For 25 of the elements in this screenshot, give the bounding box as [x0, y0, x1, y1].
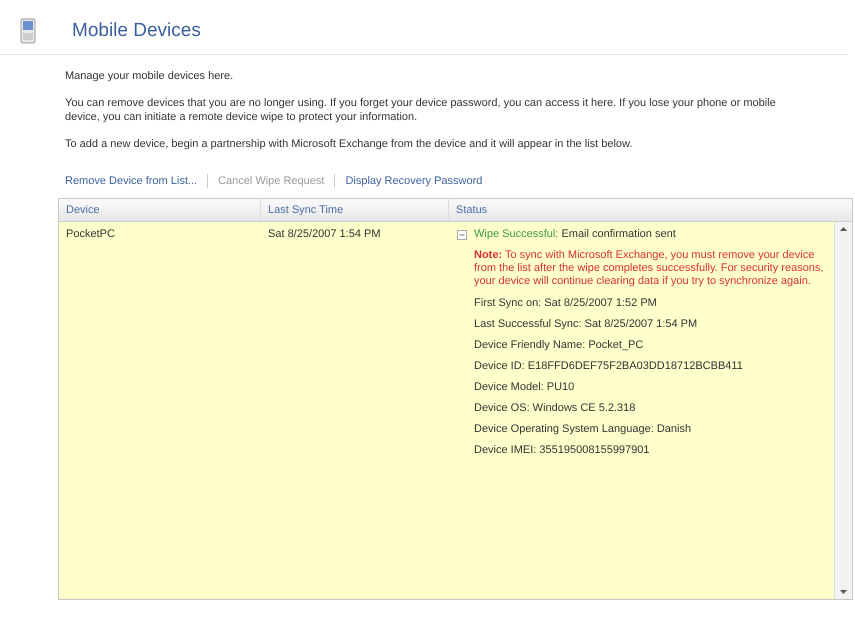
detail-text: Device OS: Windows CE 5.2.318: [474, 402, 636, 414]
table-cell-text: Sat 8/25/2007 1:54 PM: [267, 227, 382, 242]
detail-text: Device IMEI: 355195008155997901: [474, 444, 651, 456]
warning-note: Note: To sync with Microsoft Exchange, you must remove your device from the list after the wipe completes successfully. For security reasons, your device will continue clearing data if you try to synchronize again.: [474, 249, 824, 288]
table-row[interactable]: [59, 222, 852, 599]
mobile-phone-icon: [20, 18, 36, 44]
detail-text: Last Successful Sync: Sat 8/25/2007 1:54 PM: [474, 318, 698, 330]
column-header[interactable]: Status: [449, 199, 852, 221]
detail-text: Device ID: E18FFD6DEF75F2BA03DD18712BCBB411: [474, 360, 744, 372]
intro-text: You can remove devices that you are no longer using. If you forget your device password, you can access it here. If you lose your phone or mobile device, you can initiate a remote device wipe to protect your information.: [65, 96, 777, 124]
status-text: Email confirmation sent: [561, 228, 676, 240]
column-header[interactable]: Last Sync Time: [261, 199, 449, 221]
page-title: Mobile Devices: [72, 20, 201, 42]
intro-text: Manage your mobile devices here.: [65, 69, 234, 83]
table-cell-text: PocketPC: [65, 227, 116, 242]
action-link[interactable]: Remove Device from List...: [65, 175, 198, 187]
detail-text: Device Friendly Name: Pocket_PC: [474, 339, 644, 351]
intro-text: To add a new device, begin a partnership with Microsoft Exchange from the device and it will appear in the list below.: [65, 137, 634, 151]
action-link[interactable]: Display Recovery Password: [345, 175, 482, 187]
detail-text: First Sync on: Sat 8/25/2007 1:52 PM: [474, 297, 658, 309]
detail-text: Device Operating System Language: Danish: [474, 423, 692, 435]
collapse-icon[interactable]: [456, 229, 468, 241]
detail-text: Device Model: PU10: [474, 381, 576, 393]
status-label: Wipe Successful:: [474, 228, 558, 240]
column-header[interactable]: Device: [59, 199, 261, 221]
